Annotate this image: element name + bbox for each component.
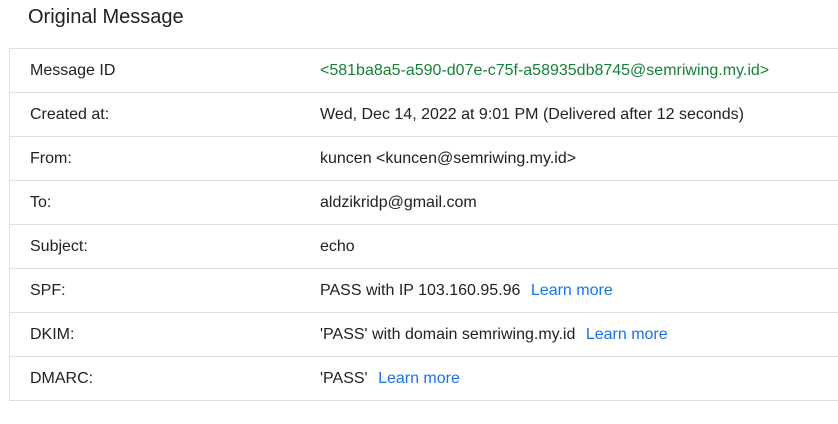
spf-learn-more-link[interactable]: Learn more [531, 282, 613, 299]
row-label: Created at: [30, 105, 110, 123]
row-from: From: kuncen <kuncen@semriwing.my.id> [10, 137, 838, 181]
row-label: DMARC: [30, 369, 94, 387]
dkim-value: 'PASS' with domain semriwing.my.id [320, 325, 576, 343]
dkim-learn-more-link[interactable]: Learn more [586, 326, 668, 343]
message-details-table: Message ID <581ba8a5-a590-d07e-c75f-a589… [9, 48, 838, 401]
row-spf: SPF: PASS with IP 103.160.95.96 Learn mo… [10, 269, 838, 313]
created-at-value: Wed, Dec 14, 2022 at 9:01 PM (Delivered … [320, 105, 744, 123]
row-label: SPF: [30, 281, 66, 299]
row-label: From: [30, 149, 72, 167]
row-label: DKIM: [30, 325, 75, 343]
from-value: kuncen <kuncen@semriwing.my.id> [320, 149, 577, 167]
row-label: To: [30, 193, 52, 211]
row-dkim: DKIM: 'PASS' with domain semriwing.my.id… [10, 313, 838, 357]
to-value: aldzikridp@gmail.com [320, 193, 477, 211]
dmarc-learn-more-link[interactable]: Learn more [378, 370, 460, 387]
message-id-value: <581ba8a5-a590-d07e-c75f-a58935db8745@se… [320, 61, 770, 79]
row-dmarc: DMARC: 'PASS' Learn more [10, 357, 838, 400]
dkim-value-cell: 'PASS' with domain semriwing.my.id Learn… [320, 326, 838, 344]
row-created-at: Created at: Wed, Dec 14, 2022 at 9:01 PM… [10, 93, 838, 137]
dmarc-value-cell: 'PASS' Learn more [320, 370, 838, 388]
row-label: Message ID [30, 61, 116, 79]
dmarc-value: 'PASS' [320, 369, 368, 387]
spf-value-cell: PASS with IP 103.160.95.96 Learn more [320, 282, 838, 300]
spf-value: PASS with IP 103.160.95.96 [320, 281, 521, 299]
subject-value: echo [320, 237, 355, 255]
row-message-id: Message ID <581ba8a5-a590-d07e-c75f-a589… [10, 49, 838, 93]
row-to: To: aldzikridp@gmail.com [10, 181, 838, 225]
row-label: Subject: [30, 237, 88, 255]
row-subject: Subject: echo [10, 225, 838, 269]
page-title: Original Message [28, 6, 184, 28]
